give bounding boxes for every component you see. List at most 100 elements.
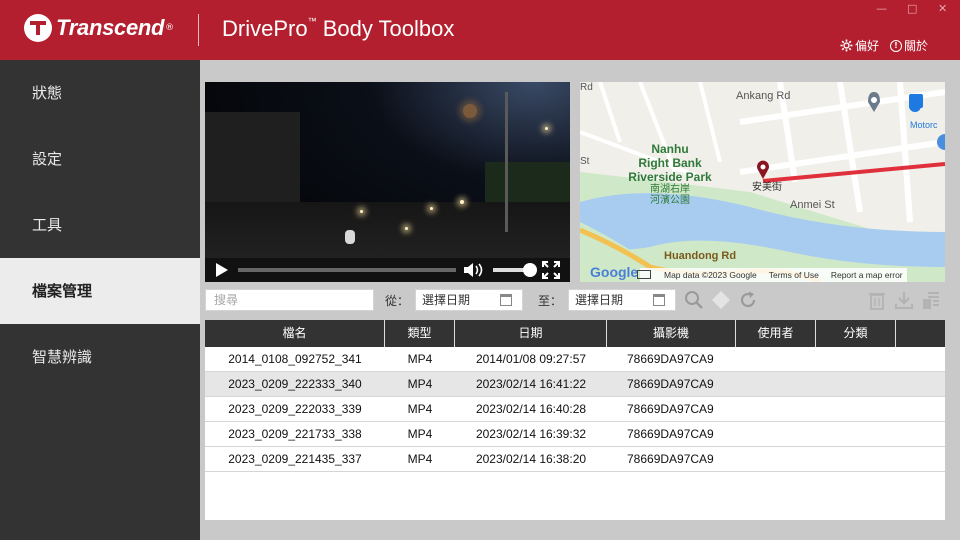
app-title-main: DrivePro <box>222 16 308 41</box>
fullscreen-icon[interactable] <box>542 261 560 279</box>
table-row[interactable]: 2023_0209_222333_340 MP4 2023/02/14 16:4… <box>205 372 945 397</box>
map-park-zh: 南湖右岸 <box>650 184 690 195</box>
delete-icon[interactable] <box>867 290 887 310</box>
cell-type: MP4 <box>407 377 433 391</box>
table-row[interactable]: 2023_0209_222033_339 MP4 2023/02/14 16:4… <box>205 397 945 422</box>
cell-category <box>816 347 896 371</box>
about-button[interactable]: ! 關於 <box>890 37 928 54</box>
column-header-filename[interactable]: 檔名 <box>205 320 385 347</box>
cell-category <box>816 447 896 471</box>
cell-type: MP4 <box>407 452 433 466</box>
table-row[interactable]: 2023_0209_221733_338 MP4 2023/02/14 16:3… <box>205 422 945 447</box>
cell-camera: 78669DA97CA9 <box>627 377 714 391</box>
volume-knob[interactable] <box>523 263 537 277</box>
cell-extra <box>896 372 945 396</box>
calendar-icon[interactable] <box>653 294 665 306</box>
to-date-picker[interactable]: 選擇日期 <box>568 289 676 311</box>
sidebar: 狀態 設定 工具 檔案管理 智慧辨識 <box>0 60 200 540</box>
preferences-label: 偏好 <box>855 39 880 53</box>
cell-camera: 78669DA97CA9 <box>627 452 714 466</box>
from-date-value: 選擇日期 <box>422 293 471 307</box>
sidebar-item-status[interactable]: 狀態 <box>0 60 200 126</box>
export-report-icon[interactable] <box>921 290 941 310</box>
to-date-value: 選擇日期 <box>575 293 624 307</box>
file-table: 檔名 類型 日期 攝影機 使用者 分類 2014_0108_092752_341… <box>205 320 945 520</box>
sidebar-item-file-management[interactable]: 檔案管理 <box>0 258 200 324</box>
cell-category <box>816 372 896 396</box>
calendar-icon[interactable] <box>500 294 512 306</box>
column-header-category[interactable]: 分類 <box>816 320 896 347</box>
column-header-type[interactable]: 類型 <box>385 320 455 347</box>
close-button[interactable]: ✕ <box>938 2 947 15</box>
cell-date: 2023/02/14 16:39:32 <box>475 427 587 441</box>
cell-extra <box>896 422 945 446</box>
cell-type: MP4 <box>407 427 433 441</box>
video-light <box>360 210 363 213</box>
map-road-label: Anmei St <box>790 199 835 211</box>
cell-extra <box>896 447 945 471</box>
video-player[interactable] <box>205 82 570 282</box>
cell-camera: 78669DA97CA9 <box>627 427 714 441</box>
cell-filename: 2023_0209_221435_337 <box>228 452 362 466</box>
cell-date: 2014/01/08 09:27:57 <box>475 352 587 366</box>
map-park-en: Right Bank <box>638 156 702 170</box>
from-date-picker[interactable]: 選擇日期 <box>415 289 523 311</box>
play-icon[interactable] <box>216 263 228 277</box>
cell-extra <box>896 347 945 371</box>
cell-filename: 2023_0209_222033_339 <box>228 402 362 416</box>
video-controls <box>205 258 570 282</box>
table-row[interactable]: 2014_0108_092752_341 MP4 2014/01/08 09:2… <box>205 347 945 372</box>
column-header-extra <box>896 320 945 347</box>
sidebar-item-smart-recognition[interactable]: 智慧辨識 <box>0 324 200 390</box>
cell-date: 2023/02/14 16:40:28 <box>475 402 587 416</box>
minimize-button[interactable]: — <box>876 2 887 15</box>
info-icon: ! <box>890 39 902 52</box>
keyboard-icon[interactable] <box>637 270 651 279</box>
cell-date: 2023/02/14 16:38:20 <box>475 452 587 466</box>
to-label: 至： <box>538 294 563 308</box>
download-icon[interactable] <box>894 290 914 310</box>
seek-bar[interactable] <box>238 268 456 272</box>
app-title-rest: Body Toolbox <box>316 16 455 41</box>
gps-map[interactable]: Ankang Rd St Rd Anmei St 安美街 Huandong Rd… <box>580 82 945 282</box>
cell-user <box>736 422 816 446</box>
column-header-date[interactable]: 日期 <box>455 320 607 347</box>
map-road-label: Rd <box>580 82 593 93</box>
google-logo: Google <box>590 264 639 280</box>
preferences-button[interactable]: 偏好 <box>840 37 879 54</box>
volume-icon[interactable] <box>463 262 485 278</box>
sidebar-item-settings[interactable]: 設定 <box>0 126 200 192</box>
sidebar-item-tools[interactable]: 工具 <box>0 192 200 258</box>
report-map-error-link[interactable]: Report a map error <box>831 270 903 280</box>
column-header-camera[interactable]: 攝影機 <box>607 320 736 347</box>
video-light <box>545 127 548 130</box>
brand-logo: Transcend ® <box>24 14 174 42</box>
table-row[interactable]: 2023_0209_221435_337 MP4 2023/02/14 16:3… <box>205 447 945 472</box>
table-header: 檔名 類型 日期 攝影機 使用者 分類 <box>205 320 945 347</box>
cell-filename: 2023_0209_222333_340 <box>228 377 362 391</box>
clear-filter-icon[interactable] <box>711 290 731 310</box>
map-park-label: Nanhu Right Bank Riverside Park 南湖右岸 河濱公… <box>610 142 730 206</box>
map-road-label: Huandong Rd <box>664 250 737 262</box>
brand-name: Transcend <box>56 15 165 40</box>
column-header-user[interactable]: 使用者 <box>736 320 816 347</box>
terms-of-use-link[interactable]: Terms of Use <box>769 270 819 280</box>
video-light <box>430 207 433 210</box>
header-bar: Transcend ® DrivePro™ Body Toolbox — □ ✕ … <box>0 0 960 60</box>
cell-user <box>736 447 816 471</box>
map-park-en: Riverside Park <box>628 170 712 184</box>
cell-type: MP4 <box>407 402 433 416</box>
app-window: Transcend ® DrivePro™ Body Toolbox — □ ✕ … <box>0 0 960 540</box>
maximize-button[interactable]: □ <box>907 2 917 15</box>
search-input[interactable] <box>205 289 374 311</box>
about-label: 關於 <box>904 39 929 53</box>
gear-icon <box>840 39 853 52</box>
cell-category <box>816 422 896 446</box>
map-road-label: 安美街 <box>752 182 782 193</box>
search-icon[interactable] <box>684 290 704 310</box>
from-label: 從： <box>385 294 410 308</box>
cell-date: 2023/02/14 16:41:22 <box>475 377 587 391</box>
cell-category <box>816 397 896 421</box>
app-title: DrivePro™ Body Toolbox <box>222 16 454 42</box>
refresh-icon[interactable] <box>738 290 758 310</box>
